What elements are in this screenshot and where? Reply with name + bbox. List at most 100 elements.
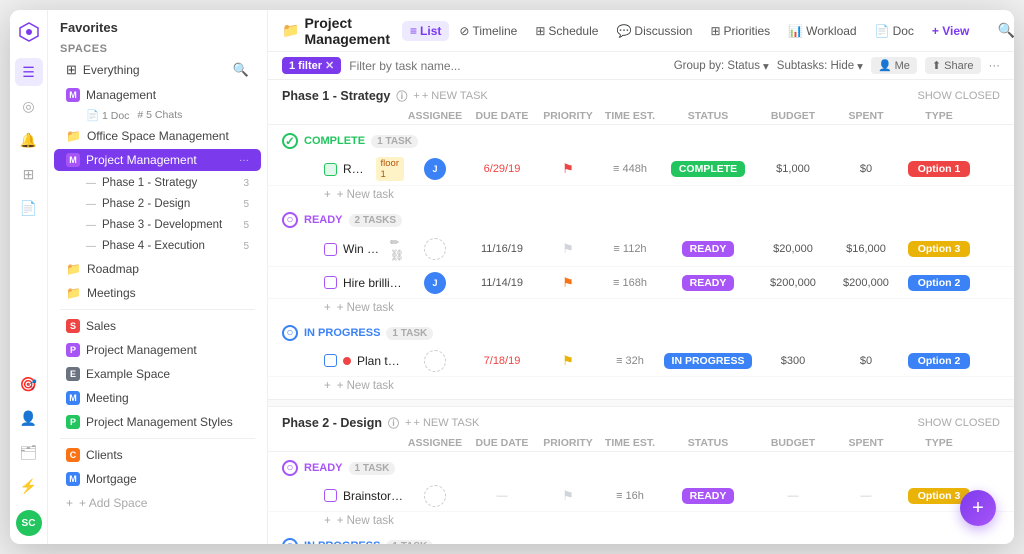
filter-input[interactable] [349,59,665,73]
sidebar-phase1[interactable]: — Phase 1 - Strategy 3 [74,173,261,193]
nav-storage-icon[interactable]: 🗂 [15,438,43,466]
p2-inprogress-circle-icon[interactable]: ○ [282,538,298,544]
sidebar-item-mortgage[interactable]: M Mortgage [54,468,261,490]
new-task-btn-ready[interactable]: + + New task [268,299,1014,317]
sidebar-item-office-space[interactable]: 📁 Office Space Management [54,125,261,147]
tab-timeline[interactable]: ⊘ Timeline [451,21,525,41]
nav-home-icon[interactable]: ☰ [15,58,43,86]
task-priority: ⚑ [538,241,598,257]
tab-list[interactable]: ≡ List [402,21,449,41]
new-task-btn-p2-ready[interactable]: + + New task [268,512,1014,530]
pm-options-icon[interactable]: ··· [239,155,249,166]
inprogress-circle-icon[interactable]: ○ [282,325,298,341]
p2-ready-circle-icon[interactable]: ○ [282,460,298,476]
table-row[interactable]: Plan the build 7/18/19 ⚑ ≡ 32h IN PROGRE… [268,345,1014,377]
ready-circle-icon[interactable]: ○ [282,212,298,228]
task-checkbox[interactable] [324,276,337,289]
nav-goals-icon[interactable]: 🎯 [15,370,43,398]
sidebar-item-sales[interactable]: S Sales [54,315,261,337]
groupby-selector[interactable]: Group by: Status ▾ [674,59,769,73]
phase4-count: 5 [243,241,249,252]
col-timeest-header2: TIME EST. [598,437,662,449]
sidebar-item-meetings[interactable]: 📁 Meetings [54,282,261,304]
sidebar-item-pm-styles[interactable]: P Project Management Styles [54,411,261,433]
nav-integrations-icon[interactable]: ⚡ [15,472,43,500]
complete-circle-icon[interactable]: ✓ [282,133,298,149]
new-task-btn-inprogress[interactable]: + + New task [268,377,1014,395]
nav-apps-icon[interactable]: ⊞ [15,160,43,188]
task-edit-icons: ✏ ⛓ [390,236,404,262]
nav-members-icon[interactable]: 👤 [15,404,43,432]
status-group-p2-inprogress: ○ IN PROGRESS 1 TASK Write a knowledge b… [268,534,1014,544]
me-button[interactable]: 👤 Me [871,57,917,74]
phase1-info-icon[interactable]: ⓘ [396,88,407,104]
roadmap-icon: 📁 [66,262,81,276]
sidebar-search-icon[interactable]: 🔍 [233,62,249,78]
filter-close-icon[interactable]: ✕ [325,59,334,72]
sidebar-add-space[interactable]: + + Add Space [54,492,261,514]
sidebar-item-project-management[interactable]: M Project Management ··· [54,149,261,171]
col-priority-header2: PRIORITY [538,437,598,449]
sidebar-phase4[interactable]: — Phase 4 - Execution 5 [74,236,261,256]
task-budget: $20,000 [754,243,832,255]
add-task-icon: + [324,380,331,392]
phase2-new-task-btn[interactable]: + + NEW TASK [405,417,479,429]
sidebar-phase3[interactable]: — Phase 3 - Development 5 [74,215,261,235]
app-logo[interactable] [15,18,43,46]
filter-badge[interactable]: 1 filter ✕ [282,57,341,74]
task-checkbox[interactable] [324,163,337,176]
nav-pulse-icon[interactable]: ◎ [15,92,43,120]
phase1-show-closed[interactable]: SHOW CLOSED [917,90,1000,102]
task-timeest: ≡ 32h [598,355,662,367]
meetings-label: Meetings [87,286,249,300]
sidebar-item-everything[interactable]: ⊞ Everything 🔍 [54,58,261,82]
tab-priorities[interactable]: ⊞ Priorities [702,21,778,41]
table-row[interactable]: Hire brilliant engineers J 11/14/19 ⚑ ≡ … [268,267,1014,299]
management-dot: M [66,88,80,102]
nav-docs-icon[interactable]: 📄 [15,194,43,222]
sidebar-item-roadmap[interactable]: 📁 Roadmap [54,258,261,280]
phase2-show-closed[interactable]: SHOW CLOSED [917,417,1000,429]
sidebar-item-clients[interactable]: C Clients [54,444,261,466]
topbar: 📁 Project Management ≡ List ⊘ Timeline ⊞… [268,10,1014,52]
complete-label: COMPLETE [304,135,365,147]
sidebar-item-pm2[interactable]: P Project Management [54,339,261,361]
table-row[interactable]: Win contract with an excellent proposal … [268,232,1014,267]
col-assignee-header: ASSIGNEE [404,110,466,122]
task-dot-icon [343,357,351,365]
new-task-btn-complete[interactable]: + + New task [268,186,1014,204]
task-checkbox[interactable] [324,489,337,502]
tab-doc[interactable]: 📄 Doc [867,21,922,41]
tab-add-view[interactable]: + View [924,21,977,41]
task-spent: $0 [832,163,900,175]
tab-schedule[interactable]: ⊞ Schedule [527,21,606,41]
tab-workload[interactable]: 📊 Workload [780,21,864,41]
sidebar-header: Favorites [48,10,267,39]
topbar-actions: 🔍 ⚡ [993,18,1014,44]
fab-button[interactable]: + [960,490,996,526]
share-button[interactable]: ⬆ Share [925,57,981,74]
sidebar-item-meeting[interactable]: M Meeting [54,387,261,409]
user-avatar[interactable]: SC [16,510,42,536]
table-row[interactable]: Research how to crush the competition fl… [268,153,1014,186]
more-options-button[interactable]: ··· [989,60,1001,72]
add-space-icon: + [66,496,73,510]
spaces-section-label: Spaces [48,39,267,57]
phase1-new-task-btn[interactable]: + + NEW TASK [413,90,487,102]
task-checkbox[interactable] [324,243,337,256]
col-type-header2: TYPE [900,437,978,449]
col-priority-header: PRIORITY [538,110,598,122]
nav-notifications-icon[interactable]: 🔔 [15,126,43,154]
sidebar-item-management[interactable]: M Management [54,84,261,106]
phase2-info-icon[interactable]: ⓘ [388,415,399,431]
task-checkbox[interactable] [324,354,337,367]
tab-discussion[interactable]: 💬 Discussion [608,21,700,41]
sidebar-item-example[interactable]: E Example Space [54,363,261,385]
status-group-inprogress-header: ○ IN PROGRESS 1 TASK [268,321,1014,345]
folder-icon: 📁 [282,22,299,39]
phase2-label: Phase 2 - Design [102,198,237,210]
sidebar-phase2[interactable]: — Phase 2 - Design 5 [74,194,261,214]
table-row[interactable]: Brainstorming meetings — ⚑ ≡ 16h READY —… [268,480,1014,512]
subtasks-toggle[interactable]: Subtasks: Hide ▾ [777,59,863,73]
search-button[interactable]: 🔍 [993,18,1014,44]
